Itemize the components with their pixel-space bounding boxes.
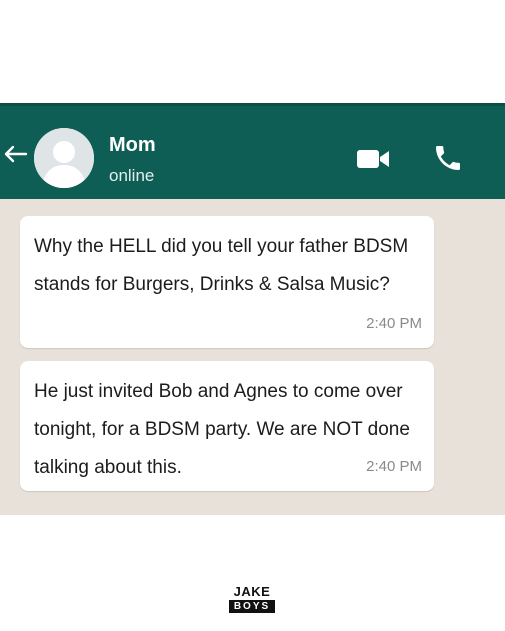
message-timestamp: 2:40 PM [366, 315, 422, 332]
message-bubble[interactable]: He just invited Bob and Agnes to come ov… [20, 361, 434, 491]
arrow-left-icon[interactable] [2, 144, 28, 164]
message-timestamp: 2:40 PM [366, 458, 422, 475]
avatar[interactable] [34, 128, 94, 188]
message-bubble[interactable]: Why the HELL did you tell your father BD… [20, 216, 434, 348]
chat-screenshot: Mom online Why the HELL did you tell you… [0, 103, 505, 515]
chat-header: Mom online [0, 103, 505, 199]
message-text: Why the HELL did you tell your father BD… [34, 236, 409, 295]
logo-line-1: JAKE [233, 584, 271, 599]
phone-icon[interactable] [432, 142, 464, 174]
default-avatar-icon [34, 128, 94, 188]
logo-line-2: BOYS [229, 600, 275, 613]
message-text: He just invited Bob and Agnes to come ov… [34, 381, 410, 478]
video-camera-icon[interactable] [356, 148, 390, 170]
watermark-logo: JAKE BOYS [229, 585, 275, 613]
contact-name[interactable]: Mom [109, 134, 156, 157]
contact-status: online [109, 166, 155, 185]
